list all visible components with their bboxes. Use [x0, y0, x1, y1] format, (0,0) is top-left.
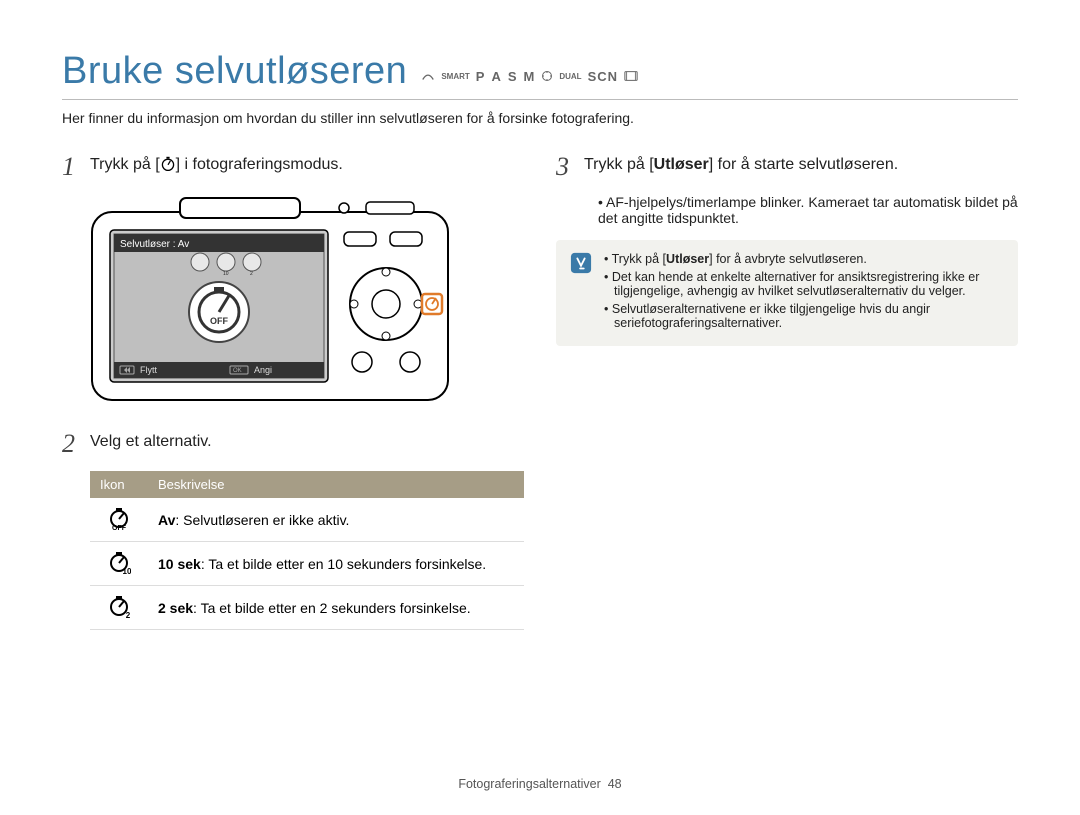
- info-list: Trykk på [Utløser] for å avbryte selvutl…: [604, 252, 1004, 334]
- page-footer: Fotograferingsalternativer 48: [0, 777, 1080, 791]
- svg-text:10: 10: [223, 271, 229, 277]
- movie-mode-icon: [624, 70, 638, 82]
- step-3: 3 Trykk på [Utløser] for å starte selvut…: [556, 154, 1018, 180]
- timer-off-icon: OFF: [107, 506, 131, 530]
- mode-s: S: [508, 69, 518, 84]
- page-title: Bruke selvutløseren: [62, 50, 407, 93]
- intro-text: Her finner du informasjon om hvordan du …: [62, 110, 1018, 126]
- svg-text:2: 2: [250, 271, 253, 277]
- smart-mode-icon: [421, 69, 435, 83]
- shutter-label: Utløser: [654, 156, 709, 173]
- option-icon-off: OFF: [90, 498, 148, 542]
- step-2: 2 Velg et alternativ.: [62, 431, 524, 457]
- mode-m: M: [524, 69, 536, 84]
- info-icon: [570, 252, 594, 334]
- option-icon-10s: 10: [90, 542, 148, 586]
- step-number: 3: [556, 154, 574, 180]
- svg-text:Angi: Angi: [254, 365, 272, 375]
- info-item: Trykk på [Utløser] for å avbryte selvutl…: [604, 252, 1004, 266]
- table-header-icon: Ikon: [90, 471, 148, 498]
- table-row: 10 10 sek: Ta et bilde etter en 10 sekun…: [90, 542, 524, 586]
- option-desc-2s: 2 sek: Ta et bilde etter en 2 sekunders …: [148, 586, 524, 630]
- step-1-post: ] i fotograferingsmodus.: [176, 156, 343, 173]
- option-icon-2s: 2: [90, 586, 148, 630]
- timer-icon: [160, 156, 176, 172]
- mode-a: A: [491, 69, 501, 84]
- timer-10s-icon: 10: [107, 550, 131, 574]
- svg-text:OFF: OFF: [210, 316, 228, 326]
- info-box: Trykk på [Utløser] for å avbryte selvutl…: [556, 240, 1018, 346]
- svg-text:2: 2: [126, 611, 131, 618]
- step-1-text: Trykk på [ ] i fotograferingsmodus.: [90, 154, 343, 176]
- table-header-desc: Beskrivelse: [148, 471, 524, 498]
- option-text: : Ta et bilde etter en 2 sekunders forsi…: [193, 600, 471, 616]
- mode-scn: SCN: [588, 69, 618, 84]
- step-3-text: Trykk på [Utløser] for å starte selvutlø…: [584, 154, 898, 176]
- camera-illustration: Selvutløser : Av 10 2 OFF: [90, 194, 524, 409]
- info-item: Det kan hende at enkelte alternativer fo…: [604, 270, 1004, 298]
- dual-mode-icon: [541, 70, 553, 82]
- step-1: 1 Trykk på [ ] i fotograferingsmodus.: [62, 154, 524, 180]
- svg-text:OFF: OFF: [112, 525, 127, 530]
- option-desc-off: Av: Selvutløseren er ikke aktiv.: [148, 498, 524, 542]
- option-label: Av: [158, 512, 175, 528]
- step-number: 1: [62, 154, 80, 180]
- svg-text:10: 10: [123, 567, 131, 574]
- options-table: Ikon Beskrivelse OFF Av: Selvutløseren e…: [90, 471, 524, 630]
- step-3-pre: Trykk på [: [584, 156, 654, 173]
- step-3-post: ] for å starte selvutløseren.: [709, 156, 898, 173]
- footer-section: Fotograferingsalternativer: [458, 777, 600, 791]
- mode-p: P: [476, 69, 486, 84]
- page-header: Bruke selvutløseren SMART P A S M DUAL S…: [62, 50, 1018, 100]
- option-desc-10s: 10 sek: Ta et bilde etter en 10 sekunder…: [148, 542, 524, 586]
- step-3-detail: AF-hjelpelys/timerlampe blinker. Kamerae…: [598, 194, 1018, 226]
- option-text: : Selvutløseren er ikke aktiv.: [175, 512, 349, 528]
- option-label: 10 sek: [158, 556, 201, 572]
- svg-text:OK: OK: [233, 368, 242, 374]
- step-number: 2: [62, 431, 80, 457]
- svg-text:Flytt: Flytt: [140, 365, 157, 375]
- table-row: OFF Av: Selvutløseren er ikke aktiv.: [90, 498, 524, 542]
- option-label: 2 sek: [158, 600, 193, 616]
- left-column: 1 Trykk på [ ] i fotograferingsmodus.: [62, 154, 524, 630]
- dual-mode-label: DUAL: [559, 72, 581, 81]
- step-1-pre: Trykk på [: [90, 156, 160, 173]
- timer-2s-icon: 2: [107, 594, 131, 618]
- smart-mode-label: SMART: [441, 72, 469, 81]
- screen-header-label: Selvutløser : Av: [120, 239, 189, 250]
- info-item: Selvutløseralternativene er ikke tilgjen…: [604, 302, 1004, 330]
- footer-page-number: 48: [608, 777, 622, 791]
- table-row: 2 2 sek: Ta et bilde etter en 2 sekunder…: [90, 586, 524, 630]
- option-text: : Ta et bilde etter en 10 sekunders fors…: [201, 556, 486, 572]
- right-column: 3 Trykk på [Utløser] for å starte selvut…: [556, 154, 1018, 630]
- step-2-text: Velg et alternativ.: [90, 431, 212, 453]
- mode-indicators: SMART P A S M DUAL SCN: [421, 69, 638, 84]
